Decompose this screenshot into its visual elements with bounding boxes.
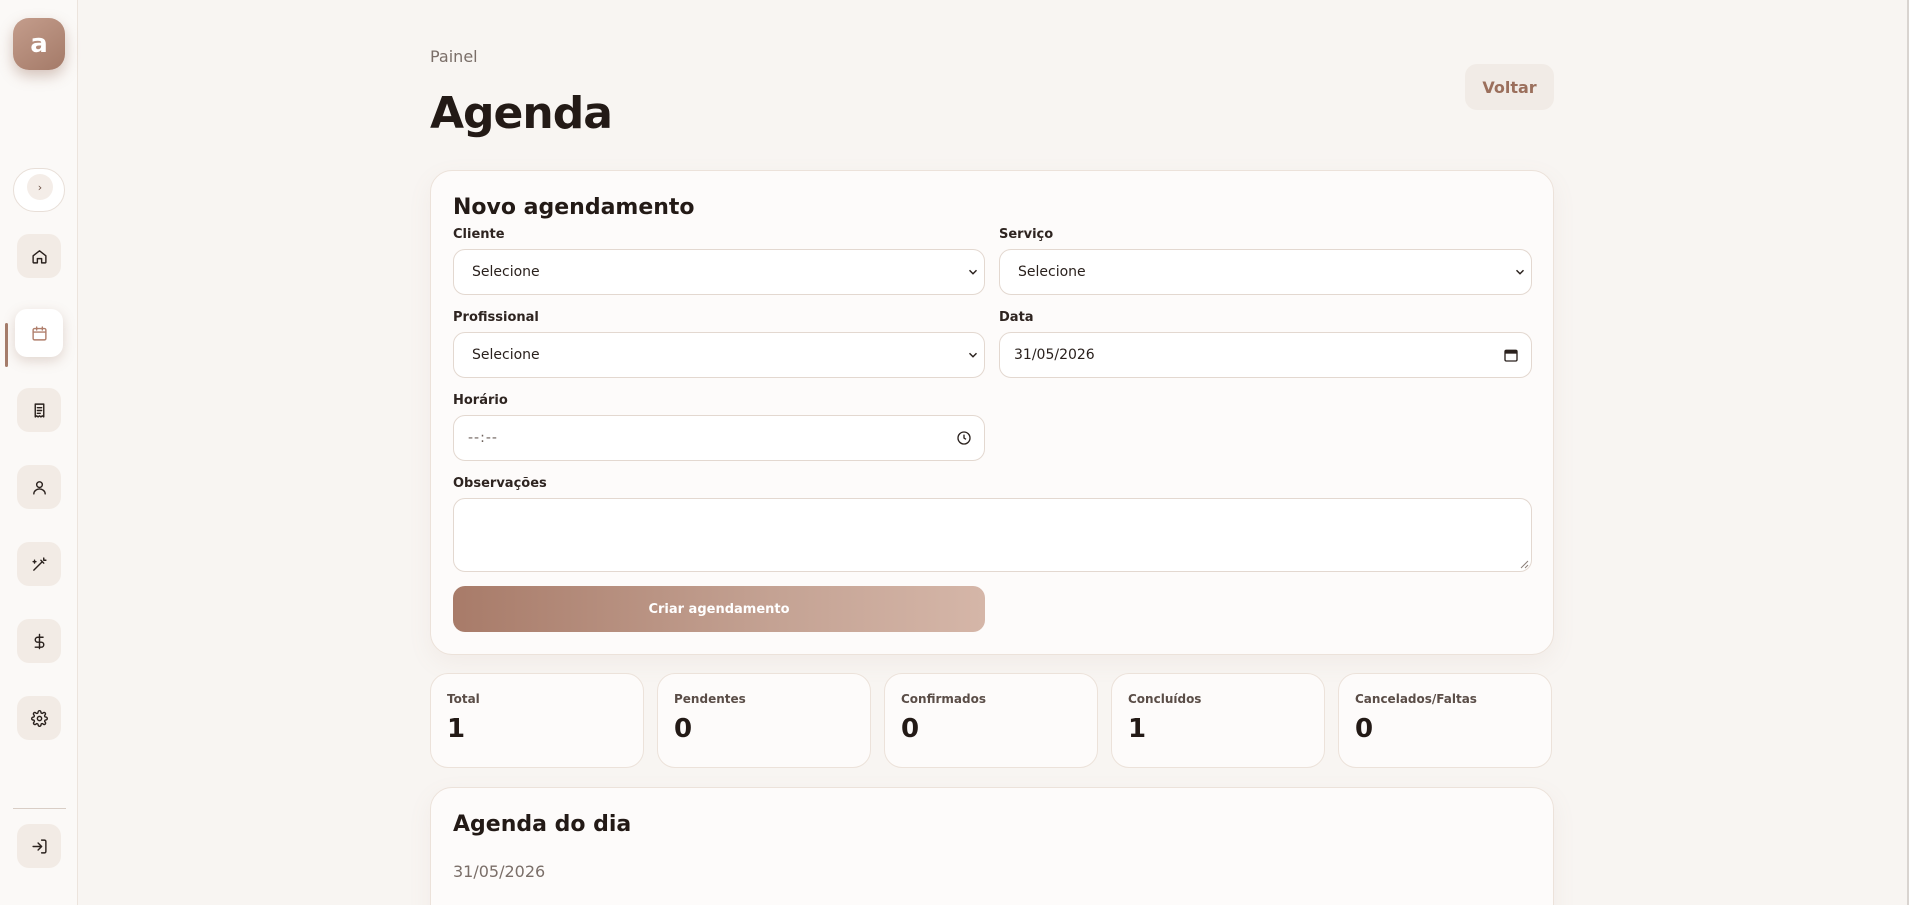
theme-toggle[interactable]: › [13, 168, 65, 212]
client-select-value: Selecione [472, 264, 540, 280]
user-icon [32, 480, 46, 495]
time-input-value: --:-- [468, 430, 498, 446]
professional-select-value: Selecione [472, 347, 540, 363]
home-icon [31, 249, 47, 264]
magic-wand-icon [31, 556, 47, 571]
new-appointment-title: Novo agendamento [453, 195, 695, 220]
service-label: Serviço [999, 227, 1054, 242]
sidebar-item-home[interactable] [17, 234, 61, 278]
date-label: Data [999, 310, 1034, 325]
professional-label: Profissional [453, 310, 539, 325]
breadcrumb[interactable]: Painel [430, 47, 478, 66]
sidebar-item-agenda[interactable] [15, 309, 63, 357]
logout-icon [31, 838, 47, 854]
service-select-value: Selecione [1018, 264, 1086, 280]
stat-value: 1 [447, 714, 466, 744]
day-agenda-card: Agenda do dia 31/05/2026 [430, 787, 1554, 905]
sidebar-item-finance[interactable] [17, 619, 61, 663]
stat-label: Confirmados [901, 692, 986, 706]
clock-icon[interactable] [956, 430, 972, 446]
calendar-icon [31, 325, 47, 341]
receipt-icon [34, 402, 44, 418]
stat-card-total: Total 1 [430, 673, 644, 768]
time-input[interactable]: --:-- [453, 415, 985, 461]
gear-icon [30, 709, 48, 727]
notes-label: Observações [453, 476, 547, 491]
professional-select[interactable]: Selecione [453, 332, 985, 378]
client-label: Cliente [453, 227, 505, 242]
resize-grip-icon[interactable] [1519, 559, 1529, 569]
page-title: Agenda [430, 88, 613, 139]
chevron-down-icon [1515, 269, 1525, 275]
stat-label: Pendentes [674, 692, 746, 706]
stat-value: 0 [1355, 714, 1374, 744]
date-input[interactable]: 31/05/2026 [999, 332, 1532, 378]
theme-toggle-knob: › [27, 174, 53, 200]
sidebar: a › [0, 0, 78, 905]
service-select[interactable]: Selecione [999, 249, 1532, 295]
stat-label: Total [447, 692, 480, 706]
chevron-down-icon [968, 352, 978, 358]
stat-card-completed: Concluídos 1 [1111, 673, 1325, 768]
logout-button[interactable] [17, 824, 61, 868]
stat-card-pending: Pendentes 0 [657, 673, 871, 768]
date-input-value: 31/05/2026 [1014, 347, 1095, 363]
sidebar-item-settings[interactable] [17, 696, 61, 740]
new-appointment-card: Novo agendamento Cliente Selecione Servi… [430, 170, 1554, 655]
sidebar-divider [13, 808, 66, 809]
dollar-icon [34, 633, 44, 649]
stat-card-cancelled: Cancelados/Faltas 0 [1338, 673, 1552, 768]
logo-letter: a [30, 29, 48, 59]
back-button[interactable]: Voltar [1465, 64, 1554, 110]
moon-icon: › [37, 180, 43, 194]
sidebar-item-clients[interactable] [17, 465, 61, 509]
day-agenda-title: Agenda do dia [453, 812, 632, 837]
sidebar-item-invoices[interactable] [17, 388, 61, 432]
stat-label: Cancelados/Faltas [1355, 692, 1477, 706]
chevron-down-icon [968, 269, 978, 275]
stat-label: Concluídos [1128, 692, 1202, 706]
stat-value: 0 [901, 714, 920, 744]
day-agenda-date: 31/05/2026 [453, 862, 546, 881]
calendar-picker-icon[interactable] [1503, 347, 1519, 363]
active-indicator [5, 323, 8, 367]
notes-textarea[interactable] [453, 498, 1532, 572]
stat-value: 0 [674, 714, 693, 744]
stat-card-confirmed: Confirmados 0 [884, 673, 1098, 768]
app-logo[interactable]: a [13, 18, 65, 70]
sidebar-item-services[interactable] [17, 542, 61, 586]
stat-value: 1 [1128, 714, 1147, 744]
time-label: Horário [453, 393, 508, 408]
client-select[interactable]: Selecione [453, 249, 985, 295]
create-appointment-button[interactable]: Criar agendamento [453, 586, 985, 632]
